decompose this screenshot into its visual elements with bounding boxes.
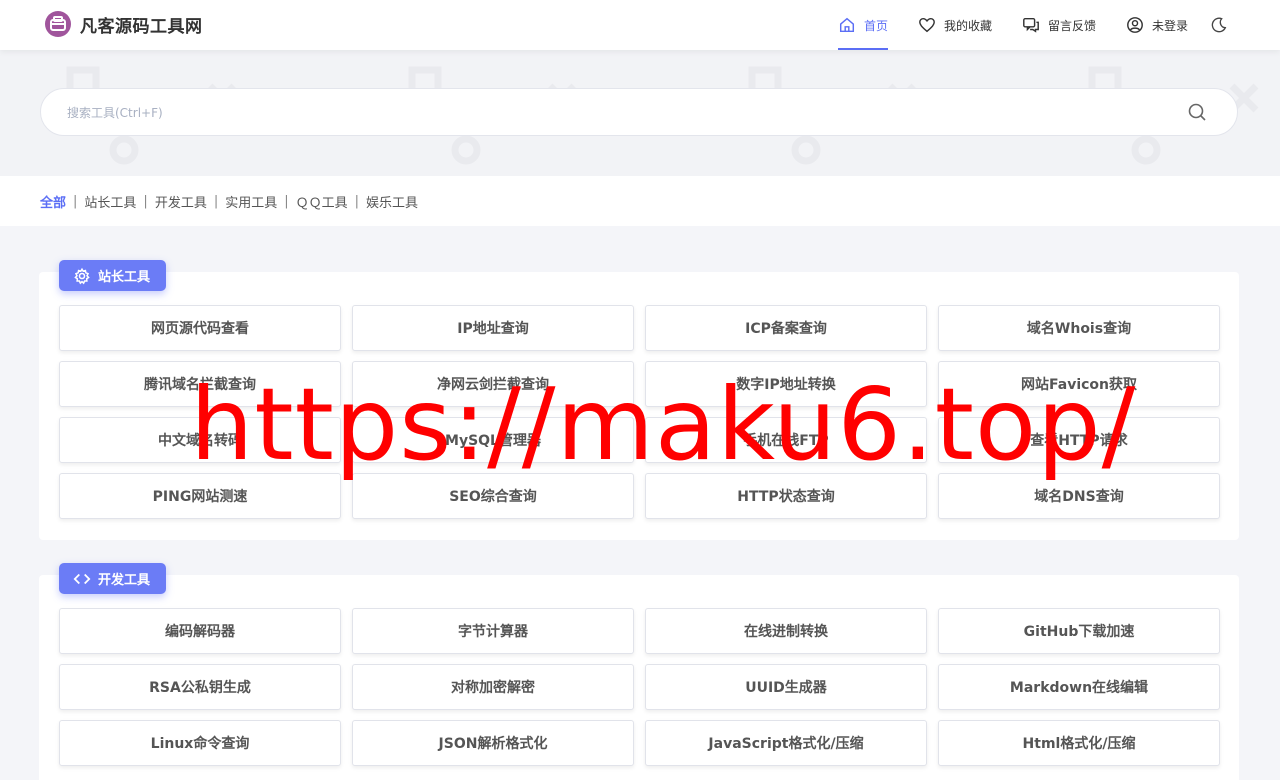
tool-card[interactable]: 域名DNS查询: [938, 473, 1220, 519]
section-webmaster-label: 站长工具: [98, 270, 151, 285]
category-filter-bar: 全部 | 站长工具 | 开发工具 | 实用工具 | ＱＱ工具 | 娱乐工具: [0, 176, 1280, 226]
filter-divider: |: [354, 194, 360, 209]
tool-grid-webmaster: 网页源代码查看 IP地址查询 ICP备案查询 域名Whois查询 腾讯域名拦截查…: [59, 305, 1220, 519]
tool-card[interactable]: HTTP状态查询: [645, 473, 927, 519]
tool-card[interactable]: Markdown在线编辑: [938, 664, 1220, 710]
tool-grid-dev: 编码解码器 字节计算器 在线进制转换 GitHub下载加速 RSA公私钥生成 对…: [59, 608, 1220, 766]
tool-card[interactable]: 查看HTTP请求: [938, 417, 1220, 463]
filter-webmaster[interactable]: 站长工具: [84, 192, 136, 211]
filter-divider: |: [143, 194, 148, 209]
search-box: [40, 88, 1238, 137]
search-input[interactable]: [65, 89, 1169, 137]
theme-toggle-button[interactable]: [1210, 16, 1228, 34]
heart-icon: [919, 17, 935, 33]
user-icon: [1127, 17, 1143, 33]
tool-card[interactable]: 中文域名转码: [59, 417, 341, 463]
search-banner: [0, 50, 1280, 176]
tool-card[interactable]: JSON解析格式化: [352, 720, 634, 766]
tool-card[interactable]: 编码解码器: [59, 608, 341, 654]
filter-all[interactable]: 全部: [40, 192, 66, 211]
section-dev-title: 开发工具: [59, 563, 167, 594]
tool-card[interactable]: 手机在线FTP: [645, 417, 927, 463]
home-icon: [839, 17, 854, 33]
tool-card[interactable]: 网页源代码查看: [59, 305, 341, 351]
moon-icon: [1211, 17, 1227, 33]
nav-feedback-label: 留言反馈: [1047, 18, 1096, 33]
code-icon: [73, 573, 91, 584]
section-dev-tools: 开发工具 编码解码器 字节计算器 在线进制转换 GitHub下载加速 RSA公私…: [39, 563, 1239, 780]
top-header: 凡客源码工具网 首页 我的收藏 留言反馈 未登录: [0, 0, 1280, 50]
toolbox-logo-icon: [45, 11, 71, 37]
nav-login[interactable]: 未登录: [1126, 0, 1188, 50]
tool-card[interactable]: IP地址查询: [352, 305, 634, 351]
nav-login-label: 未登录: [1151, 18, 1188, 33]
tool-card[interactable]: ICP备案查询: [645, 305, 927, 351]
tool-card[interactable]: 净网云剑拦截查询: [352, 361, 634, 407]
tool-card[interactable]: JavaScript格式化/压缩: [645, 720, 927, 766]
filter-dev[interactable]: 开发工具: [155, 192, 207, 211]
nav-home-label: 首页: [863, 18, 888, 33]
tool-card[interactable]: 数字IP地址转换: [645, 361, 927, 407]
filter-divider: |: [213, 194, 219, 209]
nav-feedback[interactable]: 留言反馈: [1022, 0, 1096, 50]
nav-favorites-label: 我的收藏: [943, 18, 992, 33]
tool-card[interactable]: Html格式化/压缩: [938, 720, 1220, 766]
tool-card[interactable]: PING网站测速: [59, 473, 341, 519]
tool-card[interactable]: Linux命令查询: [59, 720, 341, 766]
tool-card[interactable]: GitHub下载加速: [938, 608, 1220, 654]
section-webmaster-title: 站长工具: [59, 260, 167, 291]
filter-qq[interactable]: ＱＱ工具: [296, 192, 348, 211]
tool-card[interactable]: 腾讯域名拦截查询: [59, 361, 341, 407]
site-title: 凡客源码工具网: [80, 16, 203, 37]
nav-favorites[interactable]: 我的收藏: [918, 0, 992, 50]
tool-card[interactable]: 在线进制转换: [645, 608, 927, 654]
section-webmaster-tools: 站长工具 网页源代码查看 IP地址查询 ICP备案查询 域名Whois查询 腾讯…: [39, 260, 1239, 540]
main-nav: 首页 我的收藏 留言反馈 未登录: [808, 0, 1228, 50]
search-icon[interactable]: [1187, 102, 1207, 122]
filter-divider: |: [284, 194, 289, 209]
nav-home[interactable]: 首页: [837, 0, 888, 50]
category-filter: 全部 | 站长工具 | 开发工具 | 实用工具 | ＱＱ工具 | 娱乐工具: [40, 192, 418, 211]
tool-card[interactable]: MySQL管理器: [352, 417, 634, 463]
section-dev-label: 开发工具: [98, 573, 151, 588]
tool-card[interactable]: 网站Favicon获取: [938, 361, 1220, 407]
tool-card[interactable]: 域名Whois查询: [938, 305, 1220, 351]
site-logo[interactable]: 凡客源码工具网: [44, 10, 203, 38]
tool-card[interactable]: RSA公私钥生成: [59, 664, 341, 710]
filter-divider: |: [73, 194, 78, 209]
tool-card[interactable]: 字节计算器: [352, 608, 634, 654]
gear-icon: [74, 267, 90, 284]
tool-card[interactable]: SEO综合查询: [352, 473, 634, 519]
tool-card[interactable]: UUID生成器: [645, 664, 927, 710]
filter-utility[interactable]: 实用工具: [225, 192, 277, 211]
filter-fun[interactable]: 娱乐工具: [366, 192, 418, 211]
tool-card[interactable]: 对称加密解密: [352, 664, 634, 710]
message-icon: [1023, 17, 1039, 33]
